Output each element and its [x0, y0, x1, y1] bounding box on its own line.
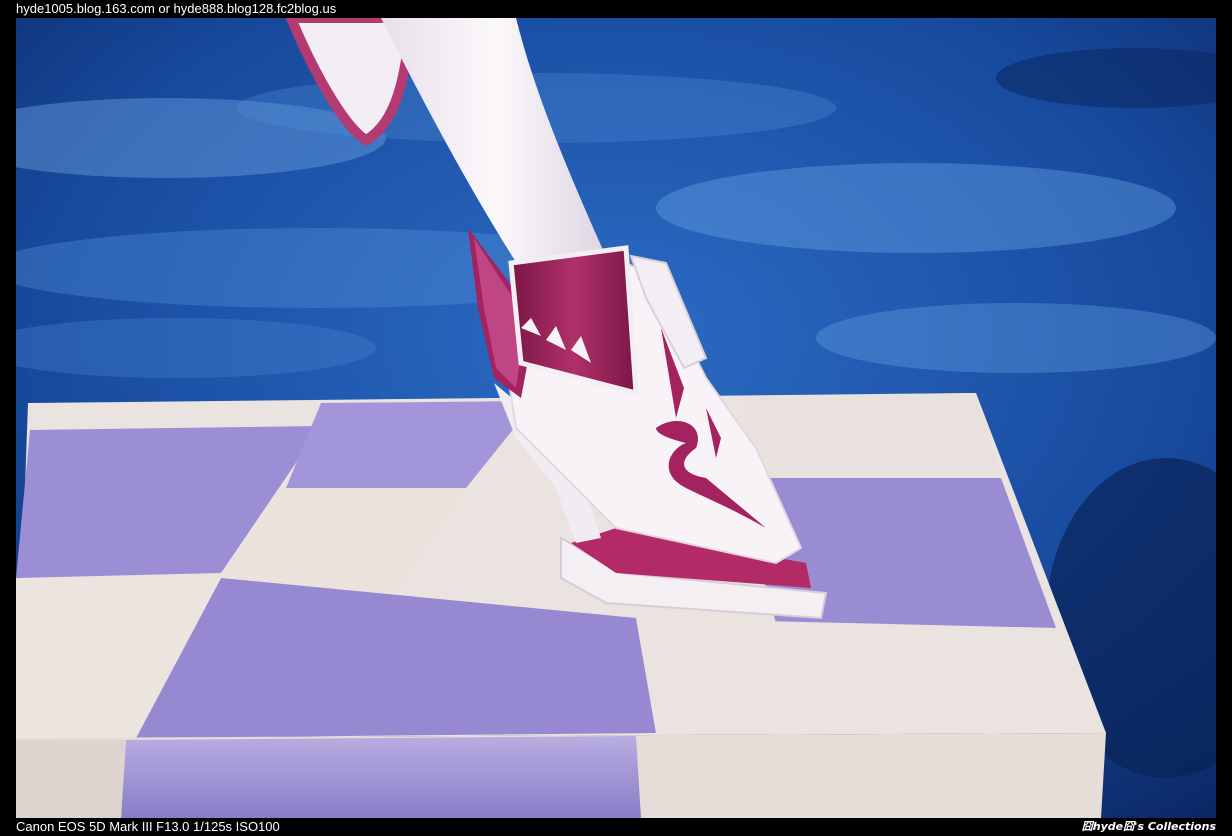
source-caption: hyde1005.blog.163.com or hyde888.blog128… [16, 1, 337, 16]
watermark-text: 囧hyde囧's Collections [1081, 820, 1216, 833]
photo-illustration [16, 18, 1216, 818]
camera-info-caption: Canon EOS 5D Mark III F13.0 1/125s ISO10… [16, 819, 280, 834]
photo [16, 18, 1216, 818]
checkered-base-side [16, 733, 1106, 818]
